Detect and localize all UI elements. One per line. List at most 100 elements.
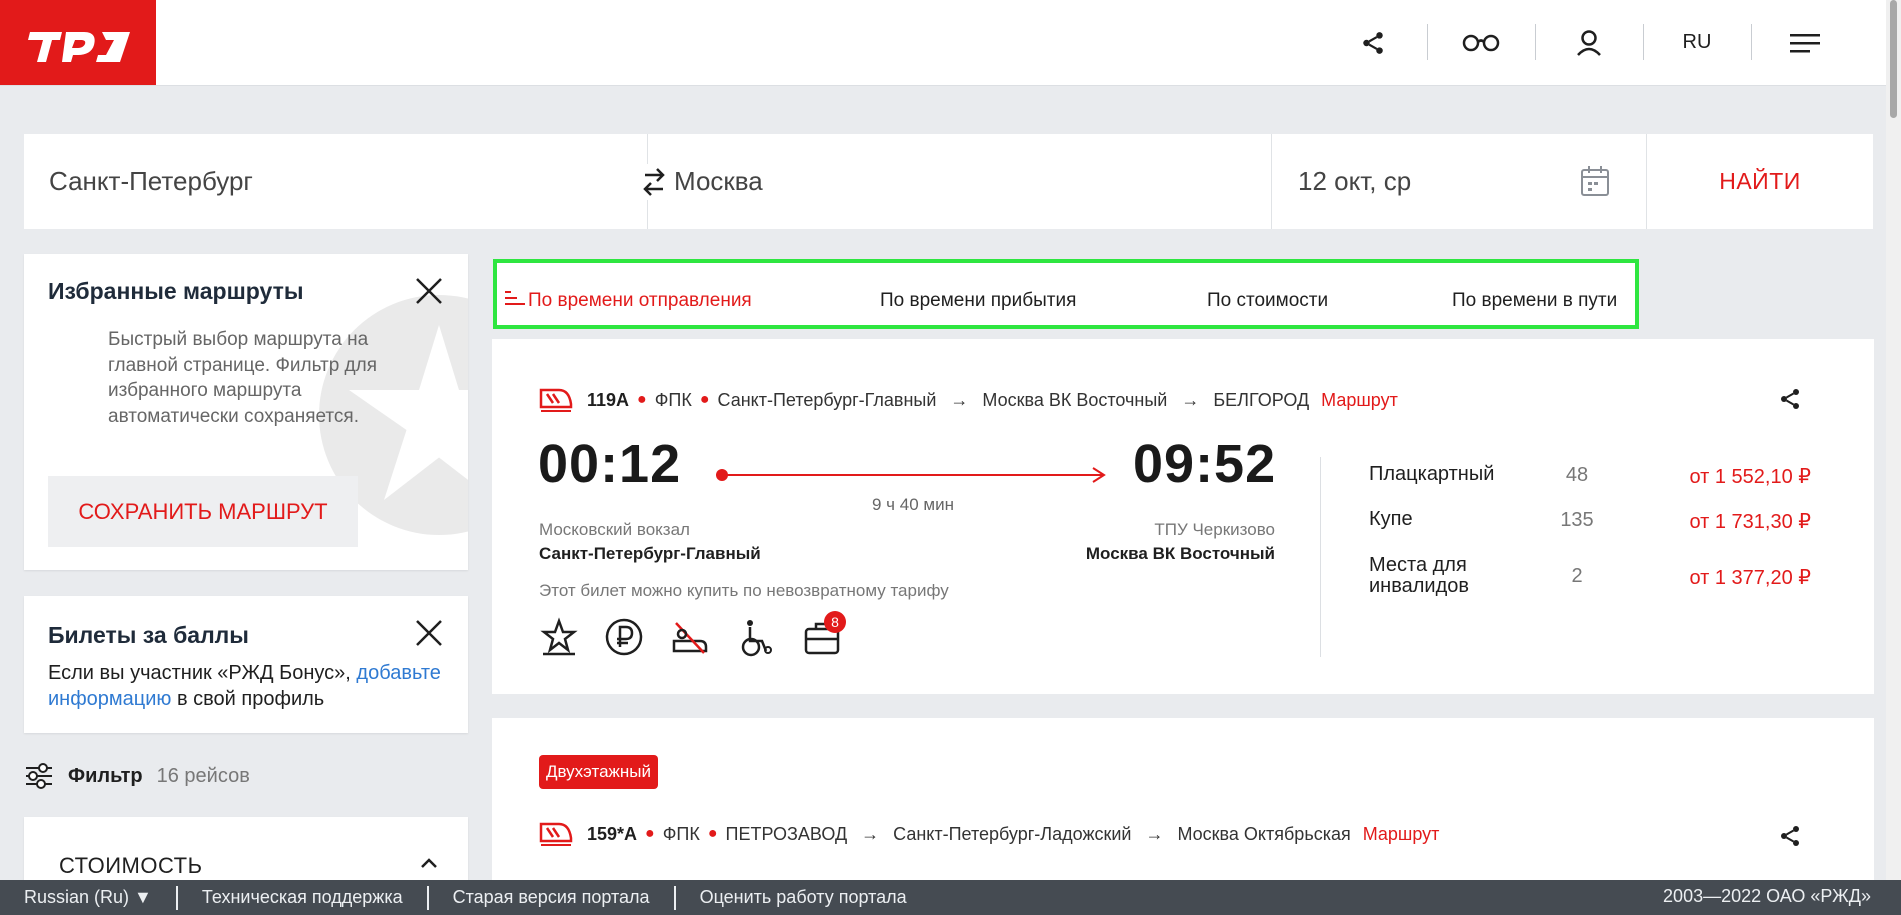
- menu-button[interactable]: [1751, 0, 1859, 85]
- menu-icon: [1790, 33, 1820, 52]
- departure-time: 00:12: [538, 434, 682, 494]
- separator-dot: ●: [645, 825, 655, 842]
- user-icon: [1577, 29, 1601, 56]
- route-link[interactable]: Маршрут: [1363, 824, 1440, 845]
- separator-dot: ●: [699, 391, 710, 408]
- train-icon: [539, 388, 573, 412]
- separator-dot: ●: [707, 825, 718, 842]
- save-route-button[interactable]: СОХРАНИТЬ МАРШРУТ: [48, 476, 358, 547]
- seat-price[interactable]: от 1 552,10 ₽: [1689, 464, 1811, 489]
- services-count-badge: 8: [824, 611, 846, 633]
- site-header: RU: [0, 0, 1901, 86]
- rzd-logo[interactable]: [0, 0, 156, 85]
- train-number: 159*А: [587, 823, 638, 844]
- footer-language: Russian (Ru): [24, 887, 130, 907]
- from-field[interactable]: Санкт-Петербург: [24, 134, 648, 229]
- route-via: Москва ВК Восточный: [982, 389, 1168, 410]
- separator-dot: ●: [637, 391, 647, 408]
- date-value: 12 окт, ср: [1298, 166, 1412, 196]
- premium-star-icon[interactable]: [539, 617, 579, 657]
- calendar-icon[interactable]: [1580, 165, 1610, 197]
- share-icon[interactable]: [1778, 387, 1802, 411]
- seat-type[interactable]: Плацкартный: [1369, 464, 1494, 485]
- double-deck-badge: Двухэтажный: [539, 755, 658, 789]
- search-form: Санкт-Петербург Москва 12 окт, ср НАЙТИ: [24, 134, 1873, 229]
- profile-button[interactable]: [1535, 0, 1643, 85]
- seat-price[interactable]: от 1 377,20 ₽: [1689, 565, 1811, 590]
- filter-icon: [26, 763, 52, 789]
- seat-count: 2: [1571, 565, 1583, 587]
- carrier: ФПК: [662, 823, 700, 844]
- language-switch[interactable]: RU: [1643, 0, 1751, 85]
- wheelchair-icon[interactable]: [736, 617, 776, 657]
- no-bedding-icon[interactable]: [670, 617, 710, 657]
- page-scrollbar[interactable]: [1886, 0, 1901, 880]
- seat-count: 48: [1565, 464, 1589, 486]
- train-route: 119А ● ФПК ● Санкт-Петербург-Главный → М…: [539, 387, 1398, 413]
- arrival-time: 09:52: [1133, 434, 1277, 494]
- seat-price[interactable]: от 1 731,30 ₽: [1689, 509, 1811, 534]
- ruble-icon[interactable]: [604, 617, 644, 657]
- scrollbar-thumb[interactable]: [1890, 0, 1897, 118]
- sort-icon: [505, 291, 525, 305]
- sort-by-arrival[interactable]: По времени прибытия: [880, 290, 1076, 312]
- sort-by-departure[interactable]: По времени отправления: [528, 290, 752, 312]
- non-refundable-note: Этот билет можно купить по невозвратному…: [539, 581, 949, 600]
- support-link[interactable]: Техническая поддержка: [178, 887, 427, 908]
- arrival-station-detail: ТПУ Черкизово: [1154, 520, 1275, 539]
- glasses-icon: [1462, 34, 1500, 51]
- train-number: 119А: [587, 389, 630, 410]
- close-icon[interactable]: [414, 618, 444, 648]
- divider: [1320, 457, 1321, 657]
- train-card[interactable]: 119А ● ФПК ● Санкт-Петербург-Главный → М…: [492, 339, 1874, 694]
- carrier: ФПК: [654, 389, 692, 410]
- language-select[interactable]: Russian (Ru) ▼: [0, 887, 176, 908]
- route-to: БЕЛГОРОД: [1213, 389, 1310, 410]
- sort-by-duration[interactable]: По времени в пути: [1452, 290, 1617, 312]
- arrow-right-icon: →: [1145, 823, 1164, 844]
- bonus-text-after: в свой профиль: [171, 688, 325, 710]
- departure-station-detail: Московский вокзал: [539, 520, 690, 539]
- sort-bar: По времени отправления По времени прибыт…: [493, 259, 1639, 329]
- bonus-description: Если вы участник «РЖД Бонус», добавьте и…: [48, 660, 448, 712]
- route-to: Москва Октябрьская: [1177, 823, 1351, 844]
- share-icon[interactable]: [1778, 824, 1802, 848]
- route-from: ПЕТРОЗАВОД: [725, 823, 848, 844]
- header-toolbar: RU: [1319, 0, 1901, 85]
- to-value: Москва: [674, 166, 763, 196]
- language-label: RU: [1682, 31, 1712, 53]
- filter-label: Фильтр: [68, 764, 143, 787]
- accessibility-button[interactable]: [1427, 0, 1535, 85]
- trip-duration: 9 ч 40 мин: [872, 495, 954, 514]
- arrow-right-icon: →: [950, 389, 969, 410]
- filter-toggle[interactable]: Фильтр 16 рейсов: [24, 757, 250, 795]
- caret-down-icon: ▼: [134, 887, 152, 907]
- rate-portal-link[interactable]: Оценить работу портала: [676, 887, 931, 908]
- from-value: Санкт-Петербург: [49, 166, 253, 196]
- route-link[interactable]: Маршрут: [1321, 390, 1398, 411]
- trips-count: 16 рейсов: [156, 764, 250, 787]
- cost-filter-title: СТОИМОСТЬ: [59, 853, 203, 878]
- close-icon[interactable]: [414, 276, 444, 306]
- share-button[interactable]: [1319, 0, 1427, 85]
- old-version-link[interactable]: Старая версия портала: [429, 887, 674, 908]
- sort-by-price[interactable]: По стоимости: [1207, 290, 1328, 312]
- find-button[interactable]: НАЙТИ: [1647, 134, 1873, 229]
- departure-station: Санкт-Петербург-Главный: [539, 544, 761, 563]
- favorites-description: Быстрый выбор маршрута на главной страни…: [108, 329, 378, 427]
- bonus-title: Билеты за баллы: [48, 622, 249, 648]
- seat-type[interactable]: Места для инвалидов: [1369, 555, 1509, 597]
- seat-type[interactable]: Купе: [1369, 509, 1413, 530]
- swap-icon: [643, 168, 665, 196]
- chevron-up-icon[interactable]: [420, 857, 438, 869]
- arrow-head-icon: [1092, 467, 1106, 483]
- train-icon: [539, 822, 573, 846]
- to-field[interactable]: Москва: [648, 134, 1272, 229]
- rzd-logo-icon: [28, 31, 130, 62]
- copyright: 2003—2022 ОАО «РЖД»: [1663, 886, 1871, 906]
- date-field[interactable]: 12 окт, ср: [1272, 134, 1647, 229]
- favorites-card: Избранные маршруты Быстрый выбор маршрут…: [24, 254, 468, 570]
- bonus-card: Билеты за баллы Если вы участник «РЖД Бо…: [24, 596, 468, 733]
- swap-direction-button[interactable]: [636, 164, 672, 200]
- route-via: Санкт-Петербург-Ладожский: [893, 823, 1132, 844]
